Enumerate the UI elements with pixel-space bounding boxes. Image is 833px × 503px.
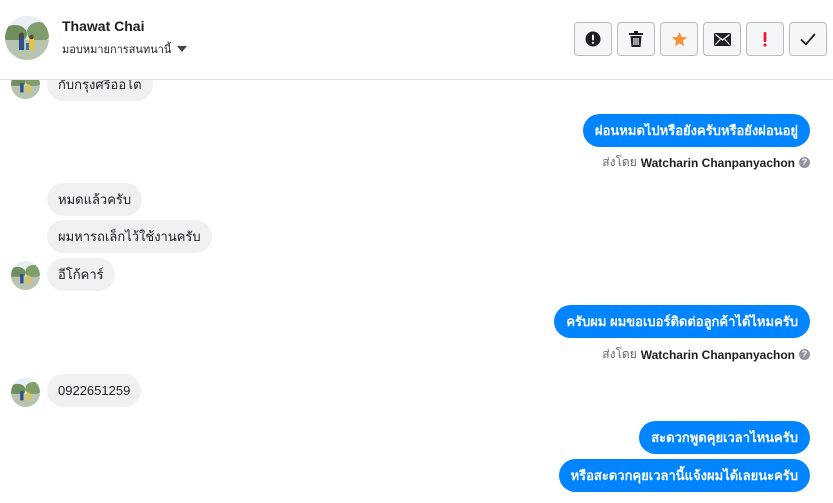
help-icon[interactable]: ? xyxy=(799,349,810,360)
caret-down-icon xyxy=(177,46,188,52)
conversation-actions xyxy=(574,22,827,56)
sent-by-name[interactable]: Watcharin Chanpanyachon xyxy=(641,156,795,170)
sender-avatar xyxy=(11,80,40,99)
sent-by-line: ส่งโดย Watcharin Chanpanyachon ? xyxy=(602,345,810,364)
sent-by-label: ส่งโดย xyxy=(602,347,637,361)
sender-avatar xyxy=(11,378,40,407)
mark-done-button[interactable] xyxy=(789,22,827,56)
exclamation-icon xyxy=(763,32,767,47)
sent-by-name[interactable]: Watcharin Chanpanyachon xyxy=(641,348,795,362)
outgoing-message: ผ่อนหมดไปหรือยังครับหรือยังผ่อนอยู่ xyxy=(583,114,810,147)
outgoing-message: หรือสะดวกคุยเวลานี้แจ้งผมได้เลยนะครับ xyxy=(558,459,810,492)
sent-by-label: ส่งโดย xyxy=(602,155,637,169)
incoming-message: 0922651259 xyxy=(47,374,142,407)
contact-avatar[interactable] xyxy=(5,16,49,60)
sender-avatar xyxy=(11,261,40,290)
assign-conversation-dropdown[interactable]: มอบหมายการสนทนานี้ xyxy=(62,40,188,58)
exclamation-circle-icon xyxy=(585,31,601,47)
outgoing-message: สะดวกพูดคุยเวลาไหนครับ xyxy=(639,421,810,454)
help-icon[interactable]: ? xyxy=(799,157,810,168)
delete-button[interactable] xyxy=(617,22,655,56)
assign-label: มอบหมายการสนทนานี้ xyxy=(62,44,172,56)
incoming-message: กับกรุงศรีออโต xyxy=(47,80,153,101)
mark-unread-button[interactable] xyxy=(703,22,741,56)
report-spam-button[interactable] xyxy=(574,22,612,56)
contact-name[interactable]: Thawat Chai xyxy=(62,18,144,34)
conversation-header: Thawat Chai มอบหมายการสนทนานี้ xyxy=(0,0,833,80)
envelope-icon xyxy=(713,32,731,46)
star-button[interactable] xyxy=(660,22,698,56)
message-thread: กับกรุงศรีออโต ผ่อนหมดไปหรือยังครับหรือย… xyxy=(0,80,833,503)
sent-by-line: ส่งโดย Watcharin Chanpanyachon ? xyxy=(602,153,810,172)
trash-icon xyxy=(629,31,643,47)
incoming-message: ผมหารถเล็กไว้ใช้งานครับ xyxy=(47,220,212,253)
follow-up-button[interactable] xyxy=(746,22,784,56)
incoming-message: อีโก้คาร์ xyxy=(47,258,115,291)
star-icon xyxy=(671,31,687,46)
incoming-message: หมดแล้วครับ xyxy=(47,183,143,216)
outgoing-message: ครับผม ผมขอเบอร์ติดต่อลูกค้าได้ไหมครับ xyxy=(554,305,810,338)
checkmark-icon xyxy=(800,33,816,45)
